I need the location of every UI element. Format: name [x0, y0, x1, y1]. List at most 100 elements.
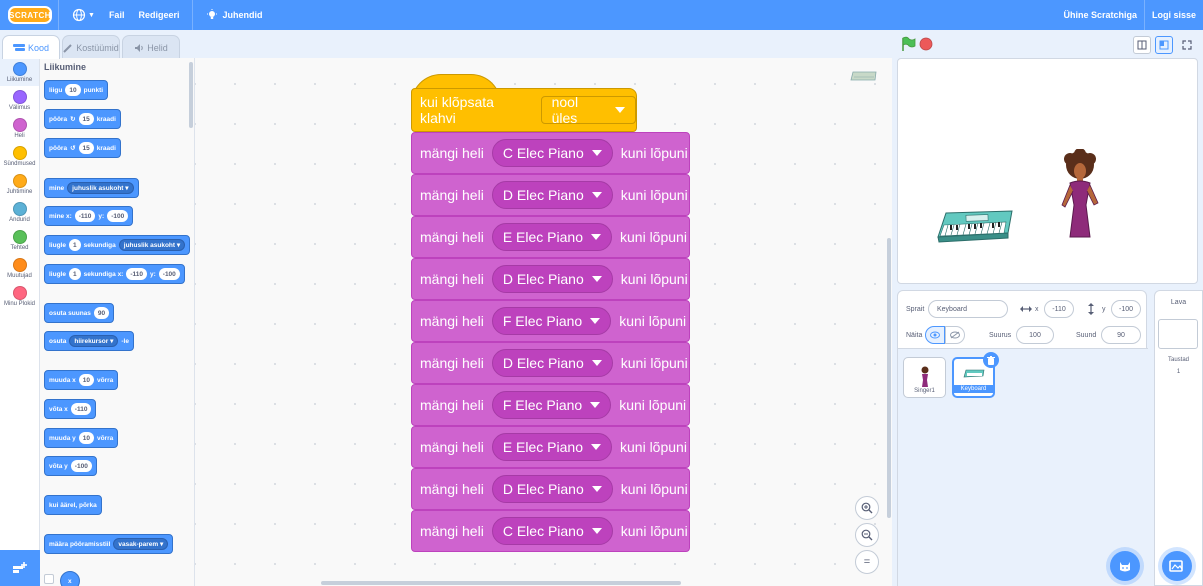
- seconds-input[interactable]: 1: [68, 268, 81, 280]
- glide-block[interactable]: liugle 1 sekundiga juhuslik asukoht ▾: [44, 235, 191, 255]
- play-sound-until-done-block[interactable]: mängi heli F Elec Piano kuni lõpuni: [411, 384, 690, 426]
- degrees-input[interactable]: 15: [78, 113, 94, 125]
- sound-dropdown[interactable]: D Elec Piano: [491, 349, 613, 377]
- direction-input[interactable]: 90: [1101, 326, 1141, 344]
- category-1[interactable]: Välimus: [0, 86, 39, 114]
- point-direction-block[interactable]: osuta suunas 90: [44, 303, 115, 323]
- choose-backdrop-button[interactable]: [1162, 551, 1192, 581]
- goto-block[interactable]: mine juhuslik asukoht ▾: [44, 178, 139, 198]
- sound-dropdown[interactable]: C Elec Piano: [491, 139, 613, 167]
- singer-sprite[interactable]: [1056, 149, 1104, 239]
- delete-sprite-button[interactable]: [983, 352, 999, 368]
- change-x-block[interactable]: muuda x 10 võrra: [44, 370, 119, 390]
- category-2[interactable]: Heli: [0, 114, 39, 142]
- x-input[interactable]: -110: [126, 268, 147, 280]
- point-target-dropdown[interactable]: hiirekursor ▾: [69, 335, 119, 347]
- move-steps-block[interactable]: liigu 10 punkti: [44, 80, 109, 100]
- code-vertical-scrollbar[interactable]: [887, 238, 891, 518]
- key-dropdown[interactable]: nool üles: [540, 94, 636, 126]
- sound-dropdown[interactable]: F Elec Piano: [491, 307, 612, 335]
- category-5[interactable]: Andurid: [0, 198, 39, 226]
- category-3[interactable]: Sündmused: [0, 142, 39, 170]
- zoom-out-button[interactable]: [855, 523, 879, 547]
- play-sound-until-done-block[interactable]: mängi heli E Elec Piano kuni lõpuni: [411, 426, 690, 468]
- palette-scrollbar[interactable]: [189, 62, 193, 128]
- x-position-input[interactable]: -110: [1044, 300, 1074, 318]
- green-flag-icon[interactable]: [900, 36, 916, 52]
- category-4[interactable]: Juhtimine: [0, 170, 39, 198]
- tab-code[interactable]: Kood: [2, 35, 60, 59]
- share-button[interactable]: Ühine Scratchiga: [1056, 0, 1144, 30]
- rotation-style-dropdown[interactable]: vasak-parem ▾: [113, 538, 169, 550]
- bounce-block[interactable]: kui äärel, põrka: [44, 495, 102, 515]
- y-position-input[interactable]: -100: [1111, 300, 1141, 318]
- change-y-block[interactable]: muuda y 10 võrra: [44, 428, 119, 448]
- play-sound-until-done-block[interactable]: mängi heli F Elec Piano kuni lõpuni: [411, 300, 690, 342]
- scratch-logo[interactable]: SCRATCH: [8, 6, 52, 24]
- show-sprite-button[interactable]: [925, 326, 945, 344]
- degrees-input[interactable]: 15: [78, 142, 94, 154]
- tutorials-menu[interactable]: Juhendid: [199, 0, 269, 30]
- code-area[interactable]: kui klõpsata klahvi nool üles mängi heli…: [195, 58, 892, 586]
- steps-input[interactable]: 10: [65, 84, 81, 96]
- y-input[interactable]: -100: [107, 210, 129, 222]
- hide-sprite-button[interactable]: [945, 326, 965, 344]
- play-sound-until-done-block[interactable]: mängi heli C Elec Piano kuni lõpuni: [411, 510, 690, 552]
- language-menu[interactable]: ▼: [65, 0, 102, 30]
- sound-dropdown[interactable]: D Elec Piano: [491, 265, 613, 293]
- set-x-block[interactable]: võta x -110: [44, 399, 97, 419]
- category-0[interactable]: Liikumine: [0, 58, 39, 86]
- rotation-style-block[interactable]: määra pööramisstiil vasak-parem ▾: [44, 534, 174, 554]
- goto-xy-block[interactable]: mine x: -110 y: -100: [44, 206, 134, 226]
- code-horizontal-scrollbar[interactable]: [321, 581, 681, 585]
- category-7[interactable]: Muutujad: [0, 254, 39, 282]
- glide-target-dropdown[interactable]: juhuslik asukoht ▾: [118, 239, 186, 251]
- sound-dropdown[interactable]: F Elec Piano: [491, 391, 612, 419]
- xposition-checkbox[interactable]: [44, 574, 54, 584]
- seconds-input[interactable]: 1: [68, 239, 81, 251]
- zoom-reset-button[interactable]: =: [855, 550, 879, 574]
- small-stage-button[interactable]: [1133, 36, 1151, 54]
- edit-menu[interactable]: Redigeeri: [131, 0, 186, 30]
- y-input[interactable]: -100: [70, 460, 92, 472]
- x-position-reporter[interactable]: x: [60, 571, 80, 586]
- keyboard-sprite[interactable]: [936, 207, 1016, 243]
- add-extension-button[interactable]: [0, 550, 40, 586]
- sprite-name-input[interactable]: Keyboard: [928, 300, 1008, 318]
- set-y-block[interactable]: võta y -100: [44, 456, 97, 476]
- stage-thumbnail[interactable]: [1158, 319, 1198, 349]
- play-sound-until-done-block[interactable]: mängi heli D Elec Piano kuni lõpuni: [411, 174, 690, 216]
- zoom-in-button[interactable]: [855, 496, 879, 520]
- dx-input[interactable]: 10: [78, 374, 94, 386]
- sound-dropdown[interactable]: C Elec Piano: [491, 517, 613, 545]
- choose-sprite-button[interactable]: [1110, 551, 1140, 581]
- fullscreen-button[interactable]: [1178, 36, 1196, 54]
- logout-button[interactable]: Logi sisse: [1145, 0, 1203, 30]
- category-6[interactable]: Tehted: [0, 226, 39, 254]
- goto-target-dropdown[interactable]: juhuslik asukoht ▾: [67, 182, 134, 194]
- x-input[interactable]: -110: [74, 210, 96, 222]
- tab-costumes[interactable]: Kostüümid: [62, 35, 120, 59]
- stop-icon[interactable]: [919, 37, 933, 51]
- category-8[interactable]: Minu Plokid: [0, 282, 39, 310]
- sound-dropdown[interactable]: E Elec Piano: [491, 433, 612, 461]
- turn-left-block[interactable]: pööra ↺ 15 kraadi: [44, 138, 121, 158]
- glide-xy-block[interactable]: liugle 1 sekundiga x: -110 y: -100: [44, 264, 185, 284]
- stage-target-panel[interactable]: Lava Taustad 1: [1154, 290, 1203, 586]
- sprite-card-singer1[interactable]: Singer1: [903, 357, 946, 398]
- stage-canvas[interactable]: [897, 58, 1198, 284]
- file-menu[interactable]: Fail: [102, 0, 132, 30]
- play-sound-until-done-block[interactable]: mängi heli D Elec Piano kuni lõpuni: [411, 468, 690, 510]
- normal-stage-button[interactable]: [1155, 36, 1173, 54]
- tab-sounds[interactable]: Helid: [122, 35, 180, 59]
- sound-dropdown[interactable]: D Elec Piano: [491, 475, 613, 503]
- sound-dropdown[interactable]: E Elec Piano: [491, 223, 612, 251]
- when-key-pressed-block[interactable]: kui klõpsata klahvi nool üles: [411, 74, 637, 132]
- size-input[interactable]: 100: [1016, 326, 1054, 344]
- point-towards-block[interactable]: osuta hiirekursor ▾ -le: [44, 331, 134, 351]
- y-input[interactable]: -100: [158, 268, 180, 280]
- play-sound-until-done-block[interactable]: mängi heli E Elec Piano kuni lõpuni: [411, 216, 690, 258]
- play-sound-until-done-block[interactable]: mängi heli D Elec Piano kuni lõpuni: [411, 258, 690, 300]
- play-sound-until-done-block[interactable]: mängi heli C Elec Piano kuni lõpuni: [411, 132, 690, 174]
- dy-input[interactable]: 10: [78, 432, 94, 444]
